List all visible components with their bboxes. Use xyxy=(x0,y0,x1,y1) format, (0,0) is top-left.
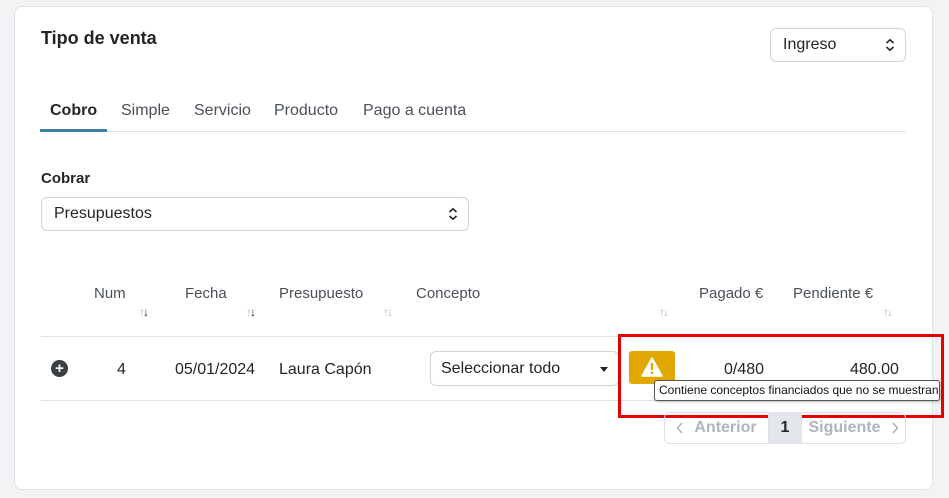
sort-icon[interactable]: ↑↓ xyxy=(883,305,893,319)
next-page-button[interactable]: Siguiente xyxy=(802,413,905,443)
page-1-button[interactable]: 1 xyxy=(769,413,802,443)
cell-fecha: 05/01/2024 xyxy=(175,361,256,378)
chevron-updown-icon xyxy=(448,207,458,221)
column-header-fecha[interactable]: Fecha xyxy=(185,285,227,302)
caret-down-icon xyxy=(600,367,608,372)
tab-cobro[interactable]: Cobro xyxy=(40,96,108,132)
column-header-num[interactable]: Num xyxy=(94,285,126,302)
column-header-pagado[interactable]: Pagado € xyxy=(699,285,763,302)
previous-page-button[interactable]: Anterior xyxy=(665,413,769,443)
page-title: Tipo de venta xyxy=(41,28,157,48)
chevron-updown-icon xyxy=(885,38,895,52)
concepto-dropdown[interactable]: Seleccionar todo xyxy=(430,351,619,386)
next-page-label: Siguiente xyxy=(808,419,881,436)
cell-presupuesto: Laura Capón xyxy=(279,361,372,378)
cell-num: 4 xyxy=(117,361,126,378)
column-header-concepto[interactable]: Concepto xyxy=(416,285,480,302)
cobrar-select[interactable]: Presupuestos xyxy=(41,197,469,231)
tab-simple[interactable]: Simple xyxy=(121,96,170,131)
chevron-left-icon xyxy=(676,422,683,434)
highlight-box xyxy=(618,334,944,418)
tab-pago-a-cuenta[interactable]: Pago a cuenta xyxy=(363,96,466,131)
pagination: Anterior 1 Siguiente xyxy=(664,412,906,444)
concepto-dropdown-value: Seleccionar todo xyxy=(441,359,561,377)
sale-type-value: Ingreso xyxy=(783,36,837,53)
cobrar-select-value: Presupuestos xyxy=(54,205,152,222)
sort-icon[interactable]: ↑↓ xyxy=(383,305,393,319)
tabs-bar: Cobro Simple Servicio Producto Pago a cu… xyxy=(40,96,906,132)
sort-icon[interactable]: ↑↓ xyxy=(659,305,669,319)
plus-circle-icon[interactable]: + xyxy=(51,360,68,377)
column-header-presupuesto[interactable]: Presupuesto xyxy=(279,285,363,302)
column-header-pendiente[interactable]: Pendiente € xyxy=(793,285,873,302)
sale-type-select[interactable]: Ingreso xyxy=(770,28,906,62)
sort-icon[interactable]: ↑↓ xyxy=(246,305,256,319)
tab-producto[interactable]: Producto xyxy=(274,96,338,131)
tab-servicio[interactable]: Servicio xyxy=(194,96,251,131)
sort-icon[interactable]: ↑↓ xyxy=(139,305,149,319)
chevron-right-icon xyxy=(891,422,899,434)
previous-page-label: Anterior xyxy=(694,419,757,436)
cobrar-label: Cobrar xyxy=(41,170,91,187)
